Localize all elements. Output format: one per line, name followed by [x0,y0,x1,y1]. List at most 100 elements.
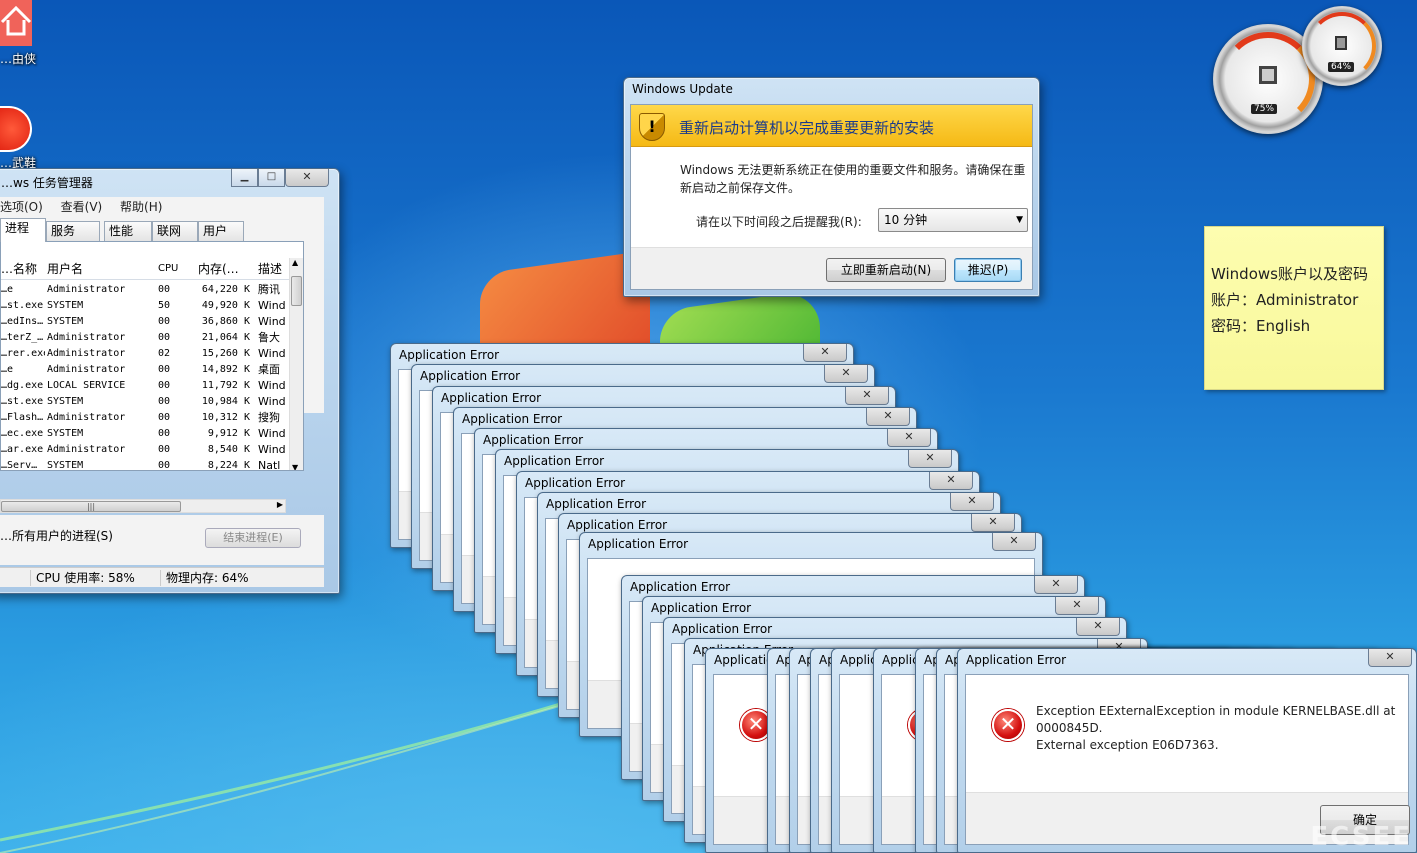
process-row[interactable]: …ar.exe Administrator 00 8,540 K Wind [1,442,291,458]
scroll-right-arrow-icon[interactable]: ▶ [277,500,283,509]
close-button[interactable]: ✕ [971,514,1015,532]
process-user-name: SYSTEM [47,300,84,311]
process-row[interactable]: …ec.exe SYSTEM 00 9,912 K Wind [1,426,291,442]
process-user-name: Administrator [47,444,126,455]
process-description: Wind [258,427,286,440]
process-list-vertical-scrollbar[interactable]: ▲ ▼ [289,258,303,470]
windows-update-dialog[interactable]: Windows Update ! 重新启动计算机以完成重要更新的安装 Windo… [623,77,1040,297]
scrollbar-thumb[interactable] [291,276,302,306]
process-row[interactable]: …dg.exe LOCAL SERVICE 00 11,792 K Wind [1,378,291,394]
application-error-dialog-front[interactable]: Application Error ✕ ✕ Exception EExterna… [957,648,1417,853]
process-row[interactable]: …st.exe SYSTEM 50 49,920 K Wind [1,298,291,314]
desktop-icon-home-label: …由侠 [0,52,37,66]
process-image-name: …Flash… [1,412,44,423]
close-button[interactable]: ✕ [1055,597,1099,615]
column-image-name[interactable]: …名称 [1,258,43,280]
scroll-down-arrow-icon[interactable]: ▼ [292,463,298,470]
error-message-line: 0000845D. [1036,721,1103,735]
desktop-icon-home[interactable] [0,0,32,46]
close-button[interactable]: ✕ [1368,649,1412,667]
scrollbar-thumb[interactable]: ||| [1,501,181,512]
postpone-button[interactable]: 推迟(P) [954,258,1022,282]
process-user-name: SYSTEM [47,428,84,439]
close-button[interactable]: ✕ [950,493,994,511]
tab-users[interactable]: 用户 [198,221,244,241]
dialog-title: Application Error [672,622,773,636]
dialog-footer: 立即重新启动(N) 推迟(P) [631,247,1032,289]
process-row[interactable]: …st.exe SYSTEM 00 10,984 K Wind [1,394,291,410]
process-user-name: Administrator [47,284,126,295]
show-all-users-checkbox[interactable]: …所有用户的进程(S) [0,527,113,544]
process-row[interactable]: …terZ_… Administrator 00 21,064 K 鲁大 [1,330,291,346]
menu-view[interactable]: 查看(V) [61,200,103,214]
process-image-name: …e [1,284,14,295]
column-memory[interactable]: 内存(… [198,258,250,280]
process-row[interactable]: …e Administrator 00 64,220 K 腾讯 [1,282,291,298]
dialog-title: Application Error [588,537,689,551]
status-cpu-usage: CPU 使用率: 58% [36,571,135,585]
close-button[interactable]: ✕ [1034,576,1078,594]
close-button[interactable]: ✕ [845,387,889,405]
process-memory: 8,540 K [207,444,250,455]
process-image-name: …terZ_… [1,332,44,343]
tab-processes[interactable]: 进程 [0,218,46,242]
close-button[interactable]: ✕ [824,365,868,383]
close-button[interactable]: ✕ [908,450,952,468]
column-user-name[interactable]: 用户名 [47,258,147,280]
process-description: Natl [258,459,281,471]
process-cpu: 00 [158,364,171,375]
chevron-down-icon: ▼ [1016,215,1023,225]
process-row[interactable]: …rer.exe Administrator 02 15,260 K Wind [1,346,291,362]
process-list-horizontal-scrollbar[interactable]: ||| ▶ [0,499,286,513]
process-cpu: 00 [158,412,171,423]
process-user-name: LOCAL SERVICE [47,380,126,391]
memory-meter-gadget[interactable]: 64% [1302,6,1382,86]
close-button[interactable]: ✕ [929,472,973,490]
desktop-icon-video[interactable] [0,106,32,152]
process-description: Wind [258,379,286,392]
memory-meter-value: 64% [1328,62,1355,72]
tab-services[interactable]: 服务 [46,221,100,241]
process-user-name: Administrator [47,332,126,343]
close-button[interactable]: ✕ [992,533,1036,551]
menu-help[interactable]: 帮助(H) [120,200,162,214]
dialog-title: Application Error [651,601,752,615]
process-row[interactable]: …edIns… SYSTEM 00 36,860 K Wind [1,314,291,330]
dialog-title: Applic [840,653,877,667]
menu-options[interactable]: 选项(O) [0,200,43,214]
scroll-up-arrow-icon[interactable]: ▲ [292,258,298,267]
close-button[interactable]: ✕ [285,169,329,187]
dialog-title: Application Error [420,369,521,383]
close-button[interactable]: ✕ [887,429,931,447]
minimize-button[interactable]: ▁ [231,169,258,187]
process-row[interactable]: …e Administrator 00 14,892 K 桌面 [1,362,291,378]
column-description[interactable]: 描述 [258,258,288,280]
process-description: 腾讯 [258,283,280,296]
process-row[interactable]: …Serv… SYSTEM 00 8,224 K Natl [1,458,291,471]
shield-warning-icon: ! [639,113,665,141]
sticky-note[interactable]: Windows账户以及密码 账户：Administrator 密码：Englis… [1204,226,1384,390]
process-row[interactable]: …Flash… Administrator 00 10,312 K 搜狗 [1,410,291,426]
tab-performance[interactable]: 性能 [104,221,152,241]
process-cpu: 00 [158,380,171,391]
end-process-button[interactable]: 结束进程(E) [205,528,301,548]
home-icon [0,5,32,36]
process-image-name: …st.exe [1,300,44,311]
column-cpu[interactable]: CPU [158,258,188,280]
close-button[interactable]: ✕ [1076,618,1120,636]
status-divider [160,570,161,586]
status-memory-usage: 物理内存: 64% [166,571,249,585]
process-cpu: 00 [158,428,171,439]
restart-now-button[interactable]: 立即重新启动(N) [826,258,946,282]
tab-networking[interactable]: 联网 [152,221,198,241]
cpu-meter-value: 75% [1251,104,1278,114]
task-manager-window[interactable]: …ws 任务管理器 ▁ □ ✕ 选项(O) 查看(V) 帮助(H) 进程 服务 … [0,168,340,594]
maximize-button[interactable]: □ [258,169,285,187]
process-description: Wind [258,347,286,360]
close-button[interactable]: ✕ [803,344,847,362]
remind-interval-select[interactable]: 10 分钟 ▼ [878,208,1028,232]
process-image-name: …dg.exe [1,380,44,391]
process-list[interactable]: …名称 用户名 CPU 内存(… 描述 …e Administrator 00 64,… [0,241,304,471]
close-button[interactable]: ✕ [866,408,910,426]
process-description: Wind [258,299,286,312]
